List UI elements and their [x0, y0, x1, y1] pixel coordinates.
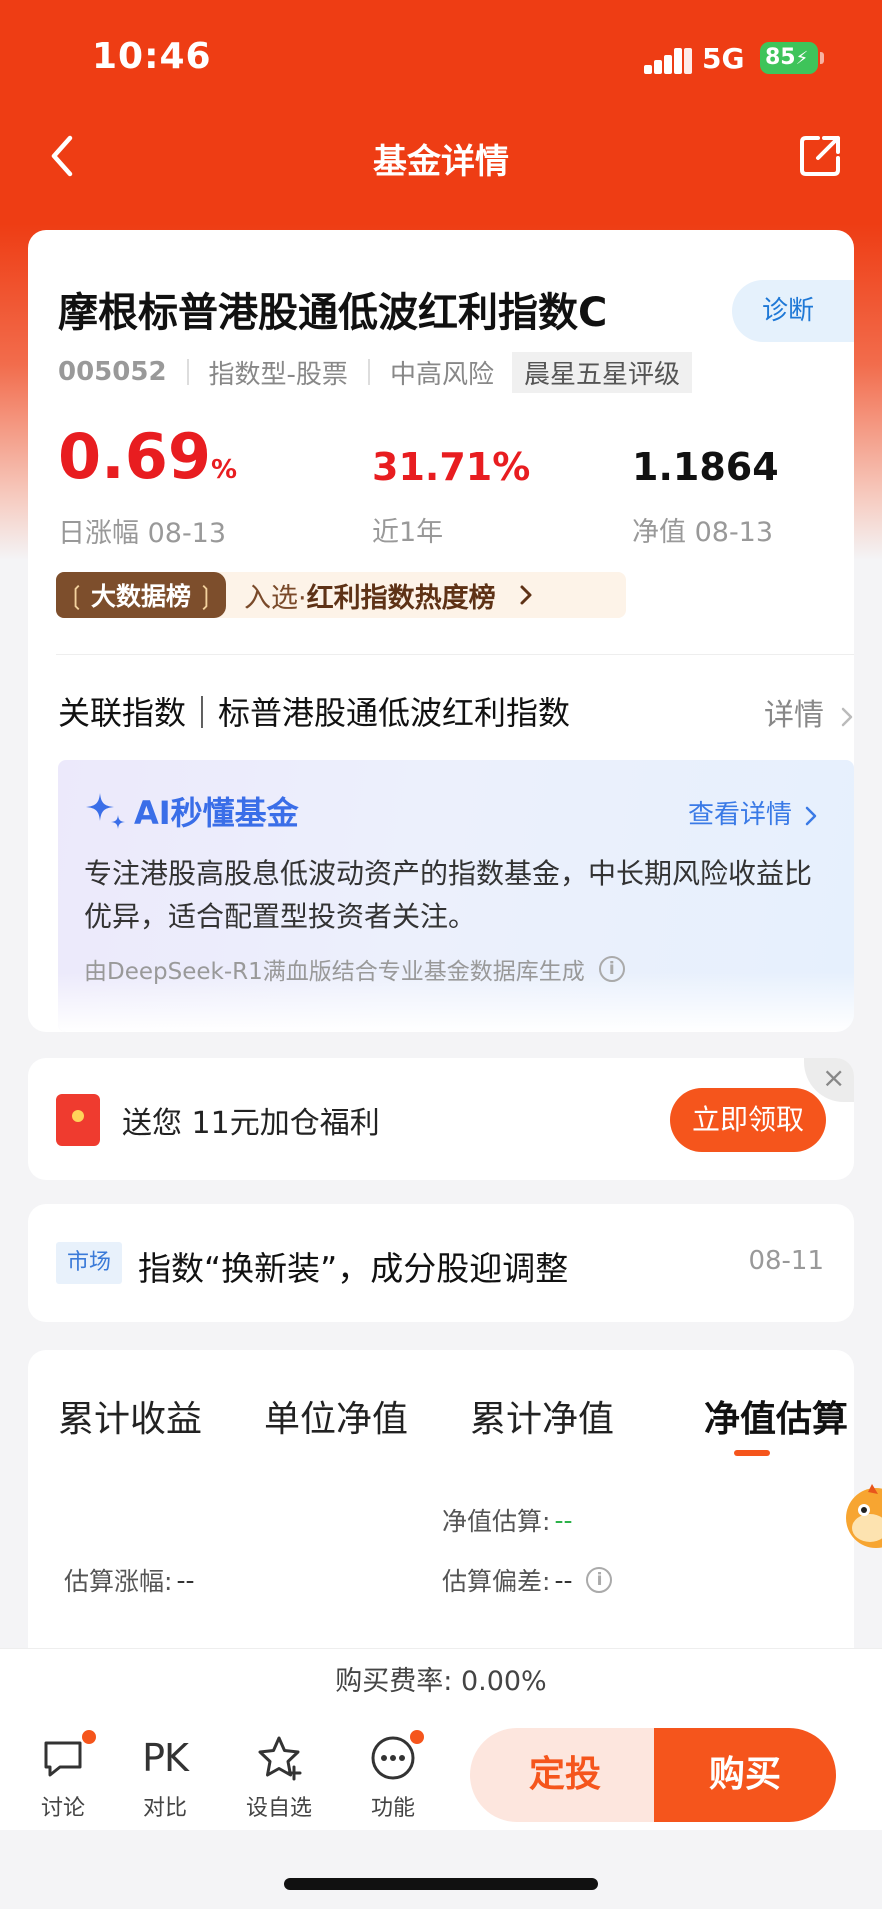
tab-unit-nav[interactable]: 单位净值	[264, 1390, 408, 1442]
rating-badge[interactable]: 晨星五星评级	[511, 351, 692, 393]
ai-more-label: 查看详情	[687, 800, 792, 830]
nav-label: 净值 08-13	[632, 517, 774, 548]
notification-dot	[408, 1728, 426, 1746]
daily-change-label: 日涨幅 08-13	[58, 518, 227, 549]
star-icon	[234, 1732, 324, 1784]
estimate-change-label: 估算涨幅:	[64, 1567, 173, 1596]
red-packet-icon	[56, 1094, 100, 1146]
estimate-nav-label: 净值估算:	[442, 1507, 551, 1536]
tab-cumulative-nav[interactable]: 累计净值	[470, 1390, 614, 1442]
claim-button[interactable]: 立即领取	[670, 1088, 826, 1152]
functions-button[interactable]: 功能	[348, 1728, 438, 1822]
estimate-nav-value: --	[554, 1505, 573, 1535]
nav-stat: 1.1864 净值 08-13	[632, 442, 779, 549]
discuss-button[interactable]: 讨论	[18, 1728, 108, 1822]
bottom-action-bar: 讨论 PK 对比 设自选 功能 定投 购买	[0, 1714, 882, 1830]
estimate-deviation-label: 估算偏差:	[442, 1567, 551, 1596]
news-tag: 市场	[56, 1242, 122, 1284]
rank-badge-label: 大数据榜	[90, 582, 191, 611]
news-date: 08-11	[748, 1246, 824, 1276]
rank-text-prefix: 入选·	[244, 582, 307, 614]
active-tab-indicator	[734, 1450, 770, 1456]
sparkle-icon	[86, 793, 125, 829]
info-icon[interactable]: i	[598, 956, 625, 982]
ai-source-text: 由DeepSeek-R1满血版结合专业基金数据库生成	[84, 959, 585, 985]
chevron-right-icon	[520, 585, 532, 605]
ai-more-link[interactable]: 查看详情	[688, 794, 818, 831]
chart-tabs: 累计收益 单位净值 累计净值 净值估算	[58, 1390, 848, 1460]
compare-label: 对比	[142, 1796, 187, 1821]
fund-type: 指数型-股票	[208, 359, 348, 390]
daily-change-stat: 0.69% 日涨幅 08-13	[58, 422, 237, 550]
ai-title: AI秒懂基金	[84, 788, 299, 834]
divider	[56, 654, 854, 655]
page-title: 基金详情	[373, 142, 509, 182]
fund-code: 005052	[58, 357, 167, 387]
related-index-row[interactable]: 关联指数｜标普港股通低波红利指数 详情	[58, 680, 854, 740]
network-label: 5G	[702, 42, 745, 75]
ai-source: 由DeepSeek-R1满血版结合专业基金数据库生成 i	[84, 952, 625, 986]
divider	[186, 359, 189, 385]
tab-cumulative-return[interactable]: 累计收益	[58, 1390, 202, 1442]
rank-text-name: 红利指数热度榜	[306, 582, 496, 614]
related-index-detail[interactable]: 详情	[764, 690, 854, 734]
one-year-value: 31.71%	[372, 445, 531, 489]
one-year-label: 近1年	[372, 517, 444, 548]
tab-nav-estimate[interactable]: 净值估算	[704, 1390, 848, 1442]
more-icon	[348, 1728, 438, 1784]
daily-change-unit: %	[210, 455, 238, 485]
nav-value: 1.1864	[632, 445, 779, 489]
rank-badge: ❲ 大数据榜 ❳	[56, 572, 226, 618]
estimate-change-value: --	[176, 1565, 195, 1595]
notification-dot	[80, 1728, 98, 1746]
related-index-label: 关联指数｜标普港股通低波红利指数	[58, 694, 571, 732]
home-indicator[interactable]	[284, 1878, 598, 1890]
battery-icon: 85⚡	[760, 42, 818, 74]
info-icon[interactable]: i	[586, 1567, 613, 1593]
estimate-deviation: 估算偏差: -- i	[442, 1562, 613, 1598]
ai-summary-card: AI秒懂基金 查看详情 专注港股高股息低波动资产的指数基金，中长期风险收益比优异…	[58, 760, 854, 1032]
purchase-fee: 购买费率: 0.00%	[0, 1648, 882, 1714]
signal-icon	[644, 48, 692, 74]
news-card[interactable]: 市场 指数“换新装”，成分股迎调整 08-11	[28, 1204, 854, 1322]
status-bar: 10:46 5G 85⚡	[0, 0, 882, 110]
chat-icon	[18, 1728, 108, 1784]
battery-tip	[820, 52, 824, 64]
estimate-change: 估算涨幅: --	[64, 1562, 194, 1598]
fund-name: 摩根标普港股通低波红利指数C	[58, 290, 608, 336]
one-year-stat: 31.71% 近1年	[372, 442, 530, 549]
compare-button[interactable]: PK 对比	[120, 1732, 210, 1822]
ai-title-text: AI秒懂基金	[134, 794, 299, 832]
related-detail-label: 详情	[764, 698, 824, 733]
rank-banner[interactable]: ❲ 大数据榜 ❳ 入选·红利指数热度榜	[56, 572, 626, 618]
battery-level: 85	[765, 45, 796, 70]
estimate-nav: 净值估算: --	[442, 1502, 572, 1538]
functions-label: 功能	[370, 1796, 415, 1821]
divider	[367, 359, 370, 385]
promo-text: 送您 11元加仓福利	[122, 1106, 380, 1141]
pk-icon: PK	[142, 1736, 189, 1780]
sip-button[interactable]: 定投	[470, 1728, 660, 1822]
nav-bar: 基金详情	[0, 120, 882, 192]
fund-card: 摩根标普港股通低波红利指数C 诊断 005052 指数型-股票 中高风险 晨星五…	[28, 230, 854, 1032]
share-icon[interactable]	[796, 132, 844, 180]
chevron-right-icon	[841, 707, 853, 726]
discuss-label: 讨论	[40, 1796, 85, 1821]
mascot-icon[interactable]	[842, 1476, 882, 1556]
chevron-right-icon	[805, 806, 817, 825]
home-area	[0, 1830, 882, 1909]
add-watchlist-label: 设自选	[245, 1796, 312, 1821]
add-watchlist-button[interactable]: 设自选	[234, 1732, 324, 1822]
buy-button[interactable]: 购买	[654, 1728, 836, 1822]
news-title: 指数“换新装”，成分股迎调整	[138, 1249, 569, 1288]
fund-meta: 005052 指数型-股票 中高风险 晨星五星评级	[58, 351, 692, 393]
rank-text: 入选·红利指数热度榜	[244, 576, 496, 615]
diagnose-button[interactable]: 诊断	[732, 280, 854, 342]
daily-change-value: 0.69	[58, 420, 211, 493]
fund-risk: 中高风险	[389, 359, 494, 390]
ai-description: 专注港股高股息低波动资产的指数基金，中长期风险收益比优异，适合配置型投资者关注。	[84, 857, 813, 933]
estimate-deviation-value: --	[554, 1565, 573, 1595]
status-time: 10:46	[92, 36, 212, 77]
promo-card: 送您 11元加仓福利 立即领取 ×	[28, 1058, 854, 1180]
